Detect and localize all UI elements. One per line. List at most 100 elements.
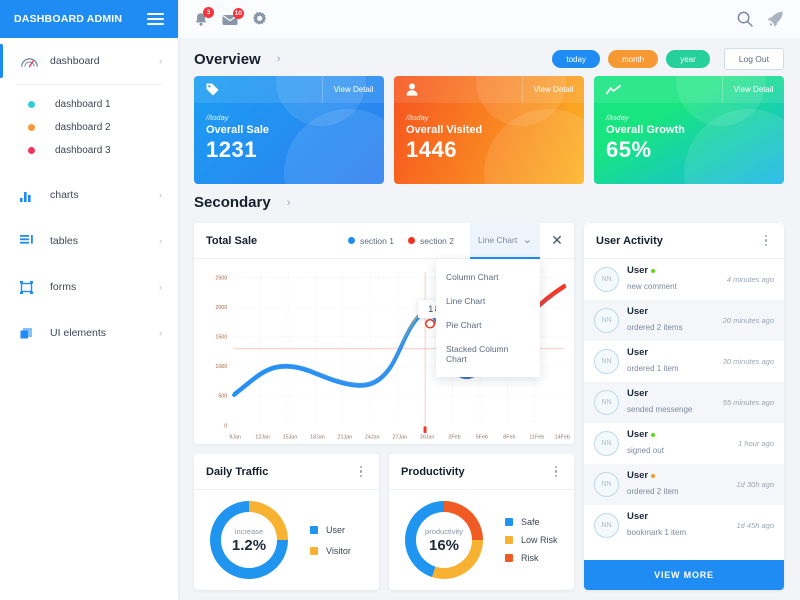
chart-type-dropdown[interactable]: Column Chart Line Chart Pie Chart Stacke…	[436, 259, 540, 377]
legend-label: section 2	[419, 235, 454, 246]
svg-text:30Jan: 30Jan	[420, 435, 435, 441]
chevron-right-icon: ›	[159, 328, 162, 338]
bullet-dot-icon	[28, 124, 35, 131]
rocket-icon[interactable]	[767, 11, 784, 27]
filter-year-button[interactable]: year	[666, 50, 710, 68]
list-item[interactable]: NN User sended messenge 55 minutes ago	[584, 382, 784, 423]
list-item[interactable]: NN User ordered 1 item 30 minutes ago	[584, 341, 784, 382]
daily-traffic-panel: Daily Traffic increase 1.2% User Visitor	[194, 454, 379, 590]
search-icon[interactable]	[737, 11, 753, 27]
list-item[interactable]: NN User new comment 4 minutes ago	[584, 259, 784, 300]
view-more-button[interactable]: VIEW MORE	[584, 560, 784, 590]
sidebar-item-tables[interactable]: tables ›	[0, 218, 178, 264]
card-subtitle: //today	[206, 113, 229, 122]
legend-item-risk: Risk	[505, 553, 564, 563]
sidebar-item-label: dashboard	[50, 55, 100, 67]
secondary-header: Secondary ›	[178, 184, 800, 217]
sidebar-item-forms[interactable]: forms ›	[0, 264, 178, 310]
trend-icon	[594, 76, 722, 103]
bell-badge: 3	[203, 6, 214, 18]
activity-time: 20 minutes ago	[722, 316, 774, 325]
legend-swatch-icon	[310, 525, 318, 534]
stat-card-overall-sale[interactable]: View Detail //today Overall Sale 1231	[194, 76, 384, 184]
stat-cards: View Detail //today Overall Sale 1231 Vi…	[178, 76, 800, 184]
stat-card-overall-visited[interactable]: View Detail //today Overall Visited 1446	[394, 76, 584, 184]
sidebar-item-label: charts	[50, 189, 79, 201]
card-body: //today Overall Visited 1446	[394, 103, 584, 163]
card-body: //today Overall Sale 1231	[194, 103, 384, 163]
productivity-body: productivity 16% Safe Low Risk Risk	[389, 490, 574, 590]
close-icon[interactable]: ✕	[540, 223, 574, 259]
more-options-icon[interactable]	[760, 233, 772, 249]
activity-time: 30 minutes ago	[722, 357, 774, 366]
productivity-donut[interactable]: productivity 16%	[405, 501, 483, 579]
filter-month-button[interactable]: month	[607, 50, 659, 68]
donut-value: 1.2%	[231, 536, 267, 554]
bar-chart-icon	[20, 189, 42, 202]
activity-time: 1d 45h ago	[736, 521, 774, 530]
activity-user: User	[627, 265, 719, 276]
chevron-right-icon: ›	[276, 53, 281, 65]
dropdown-option-column-chart[interactable]: Column Chart	[436, 265, 540, 289]
more-options-icon[interactable]	[355, 464, 367, 480]
card-subtitle: //today	[406, 113, 429, 122]
view-detail-button[interactable]: View Detail	[322, 76, 384, 103]
chevron-right-icon: ›	[286, 196, 291, 209]
user-name: User	[627, 429, 649, 440]
more-options-icon[interactable]	[550, 464, 562, 480]
avatar: NN	[594, 431, 619, 456]
list-item[interactable]: NN User ordered 2 items 20 minutes ago	[584, 300, 784, 341]
sidebar-subitem-label: dashboard 3	[55, 145, 111, 156]
filter-today-button[interactable]: today	[552, 50, 600, 68]
daily-traffic-donut[interactable]: increase 1.2%	[210, 501, 288, 579]
user-name: User	[627, 511, 649, 522]
user-activity-header: User Activity	[584, 223, 784, 259]
view-detail-button[interactable]: View Detail	[522, 76, 584, 103]
dropdown-option-line-chart[interactable]: Line Chart	[436, 289, 540, 313]
sidebar-item-charts[interactable]: charts ›	[0, 172, 178, 218]
hamburger-icon[interactable]	[147, 12, 164, 26]
view-detail-button[interactable]: View Detail	[722, 76, 784, 103]
list-item[interactable]: NN User signed out 1 hour ago	[584, 423, 784, 464]
donut-row: Daily Traffic increase 1.2% User Visitor…	[194, 454, 574, 590]
sidebar-subitem-label: dashboard 2	[55, 122, 111, 133]
chart-type-select[interactable]: Line Chart ⌄	[470, 222, 540, 259]
dropdown-option-pie-chart[interactable]: Pie Chart	[436, 313, 540, 337]
gear-icon[interactable]	[252, 11, 268, 27]
chevron-right-icon: ›	[159, 56, 162, 66]
bullet-dot-icon	[28, 101, 35, 108]
stat-card-overall-growth[interactable]: View Detail //today Overall Growth 65%	[594, 76, 784, 184]
activity-description: new comment	[627, 282, 677, 291]
sidebar-item-ui-elements[interactable]: UI elements ›	[0, 310, 178, 356]
user-name: User	[627, 470, 649, 481]
status-dot-icon	[651, 432, 656, 437]
svg-text:12Jan: 12Jan	[255, 435, 270, 441]
sidebar-subitem-dashboard-2[interactable]: dashboard 2	[0, 116, 178, 139]
svg-text:0: 0	[224, 423, 227, 429]
dropdown-option-stacked-column-chart[interactable]: Stacked Column Chart	[436, 337, 540, 371]
logout-button[interactable]: Log Out	[723, 48, 784, 70]
mail-icon[interactable]: 10	[222, 7, 244, 26]
layers-icon	[20, 327, 42, 340]
donut-center: productivity 16%	[416, 512, 472, 568]
user-icon	[394, 76, 522, 103]
total-sale-header: Total Sale section 1 section 2 Line Char…	[194, 222, 574, 259]
list-item[interactable]: NN User ordered 2 item 1d 30h ago	[584, 464, 784, 505]
dashboard-app: DASHBOARD ADMIN dashboard › dashboard 1	[0, 0, 800, 600]
list-item[interactable]: NN User bookmark 1 item 1d 45h ago	[584, 505, 784, 546]
activity-text: User new comment	[627, 265, 719, 294]
chevron-right-icon: ›	[159, 236, 162, 246]
legend-swatch-icon	[505, 518, 513, 526]
sidebar-item-label: tables	[50, 235, 79, 247]
legend-section-2: section 2	[407, 235, 454, 246]
card-value: 1446	[406, 137, 457, 162]
sidebar-subitem-dashboard-3[interactable]: dashboard 3	[0, 139, 178, 162]
sidebar-subitem-dashboard-1[interactable]: dashboard 1	[0, 93, 178, 116]
legend-item-safe: Safe	[505, 517, 564, 527]
sidebar-item-dashboard[interactable]: dashboard ›	[0, 38, 178, 84]
bell-icon[interactable]: 3	[194, 6, 214, 27]
svg-text:2000: 2000	[215, 305, 227, 311]
activity-text: User sended messenge	[627, 388, 715, 417]
svg-text:18Jan: 18Jan	[310, 435, 325, 441]
activity-text: User signed out	[627, 429, 730, 458]
